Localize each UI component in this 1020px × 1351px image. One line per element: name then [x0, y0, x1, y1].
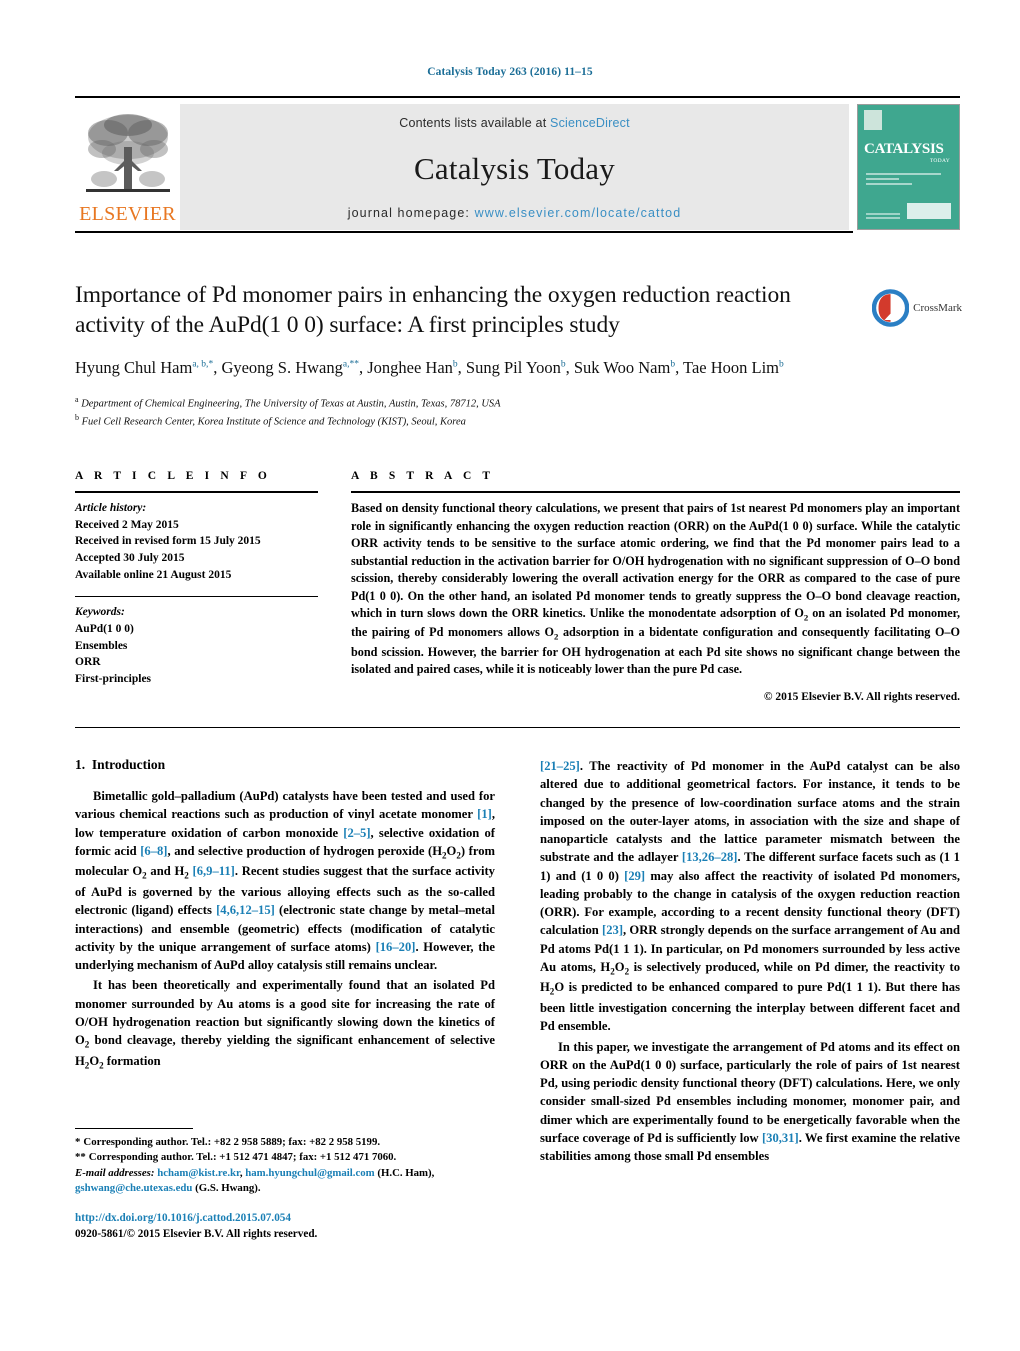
footnote-corresponding-2: ** Corresponding author. Tel.: +1 512 471… — [75, 1150, 495, 1165]
elsevier-logo: ELSEVIER — [75, 98, 180, 224]
keywords-rule — [75, 596, 318, 598]
email-addresses-label: E-mail addresses: — [75, 1166, 155, 1179]
history-item: Accepted 30 July 2015 — [75, 552, 185, 565]
abstract-column: A B S T R A C T Based on density functio… — [351, 470, 960, 703]
email-link-3[interactable]: gshwang@che.utexas.edu — [75, 1182, 192, 1194]
keyword-item: AuPd(1 0 0) — [75, 623, 134, 636]
crossmark-badge[interactable]: CrossMark — [872, 287, 962, 329]
footnote-emails: E-mail addresses: hcham@kist.re.kr, ham.… — [75, 1166, 435, 1194]
section-heading-introduction: 1. Introduction — [75, 757, 495, 773]
body-column-right: [21–25]. The reactivity of Pd monomer in… — [540, 757, 960, 1167]
footnote-text-2: Corresponding author. Tel.: +1 512 471 4… — [88, 1151, 397, 1164]
email-link-1[interactable]: hcham@kist.re.kr — [157, 1167, 240, 1179]
cover-bottom-lines — [866, 213, 900, 221]
body-column-left: 1. Introduction Bimetallic gold–palladiu… — [75, 757, 495, 1167]
journal-homepage-line: journal homepage: www.elsevier.com/locat… — [348, 206, 682, 220]
homepage-prefix: journal homepage: — [347, 206, 475, 220]
article-info-rule — [75, 491, 318, 493]
email-link-2[interactable]: ham.hyungchul@gmail.com — [245, 1167, 374, 1179]
footnote-marker-1: * — [75, 1136, 81, 1148]
footnote-marker-2: ** — [75, 1151, 86, 1164]
issn-copyright-line: 0920-5861/© 2015 Elsevier B.V. All right… — [75, 1227, 318, 1240]
doi-block: http://dx.doi.org/10.1016/j.cattod.2015.… — [75, 1210, 505, 1242]
contents-available-line: Contents lists available at ScienceDirec… — [399, 116, 630, 130]
journal-masthead: ELSEVIER Contents lists available at Sci… — [75, 96, 960, 230]
intro-paragraph-1: Bimetallic gold–palladium (AuPd) catalys… — [75, 789, 496, 973]
cover-title-text: CATALYSIS — [864, 141, 944, 157]
abstract-bottom-rule — [75, 727, 960, 728]
history-item: Available online 21 August 2015 — [75, 568, 232, 581]
elsevier-tree-icon — [85, 114, 170, 192]
sciencedirect-link[interactable]: ScienceDirect — [550, 116, 630, 130]
crossmark-label: CrossMark — [913, 302, 962, 314]
running-head: Catalysis Today 263 (2016) 11–15 — [427, 66, 593, 78]
masthead-bottom-rule — [75, 231, 853, 233]
info-abstract-region: A R T I C L E I N F O Article history: R… — [75, 470, 960, 703]
crossmark-icon — [872, 289, 910, 327]
contents-prefix: Contents lists available at — [399, 116, 551, 130]
homepage-url-link[interactable]: www.elsevier.com/locate/cattod — [475, 206, 682, 220]
elsevier-wordmark: ELSEVIER — [79, 203, 176, 225]
journal-cover-thumbnail: CATALYSIS TODAY — [857, 104, 960, 230]
masthead-center-panel: Contents lists available at ScienceDirec… — [180, 104, 849, 230]
abstract-copyright: © 2015 Elsevier B.V. All rights reserved… — [763, 690, 960, 703]
footnote-corresponding-1: * Corresponding author. Tel.: +82 2 958 5… — [75, 1135, 495, 1150]
footnote-text-1: Corresponding author. Tel.: +82 2 958 58… — [83, 1136, 381, 1148]
affiliation-a: a Department of Chemical Engineering, Th… — [75, 394, 501, 410]
intro-paragraph-2: It has been theoretically and experiment… — [75, 978, 495, 1071]
section-title-text: Introduction — [91, 757, 166, 772]
abstract-rule — [351, 491, 960, 493]
affiliation-a-text: Department of Chemical Engineering, The … — [81, 398, 501, 410]
history-item: Received in revised form 15 July 2015 — [75, 535, 261, 548]
footnote-rule — [75, 1128, 193, 1129]
intro-paragraph-4: In this paper, we investigate the arrang… — [540, 1039, 960, 1164]
keywords-label: Keywords: — [75, 606, 125, 619]
email-owner-1: (H.C. Ham) — [377, 1166, 432, 1179]
keyword-item: First-principles — [75, 673, 152, 686]
section-number: 1. — [75, 757, 86, 772]
article-history-label: Article history: — [75, 502, 147, 514]
affiliation-b-text: Fuel Cell Research Center, Korea Institu… — [81, 416, 466, 428]
footnotes-block: * Corresponding author. Tel.: +82 2 958 5… — [75, 1128, 495, 1196]
article-info-column: A R T I C L E I N F O Article history: R… — [75, 470, 318, 703]
affiliation-b: b Fuel Cell Research Center, Korea Insti… — [75, 412, 466, 428]
abstract-heading: A B S T R A C T — [351, 470, 495, 482]
paper-page: Catalysis Today 263 (2016) 11–15 ELSEVIE… — [0, 0, 1020, 1351]
title-block: Importance of Pd monomer pairs in enhanc… — [75, 280, 855, 430]
keyword-item: ORR — [75, 656, 101, 669]
cover-sciencedirect-badge — [907, 203, 951, 219]
email-owner-2: (G.S. Hwang). — [195, 1181, 261, 1194]
author-list: Hyung Chul Hama, b,*, Gyeong S. Hwanga,*… — [75, 358, 784, 378]
cover-placeholder-lines — [866, 173, 949, 188]
article-info-heading: A R T I C L E I N F O — [75, 470, 271, 482]
page-title: Importance of Pd monomer pairs in enhanc… — [75, 282, 791, 339]
abstract-body: Based on density functional theory calcu… — [351, 501, 960, 677]
history-item: Received 2 May 2015 — [75, 518, 179, 531]
cover-elsevier-mark-icon — [864, 110, 882, 130]
journal-title: Catalysis Today — [414, 150, 615, 186]
doi-link[interactable]: http://dx.doi.org/10.1016/j.cattod.2015.… — [75, 1210, 505, 1227]
intro-paragraph-3: [21–25]. The reactivity of Pd monomer in… — [540, 759, 960, 1034]
affiliations-block: a Department of Chemical Engineering, Th… — [75, 394, 855, 431]
keyword-item: Ensembles — [75, 639, 128, 652]
body-columns: 1. Introduction Bimetallic gold–palladiu… — [75, 757, 960, 1167]
cover-subtitle-text: TODAY — [929, 158, 950, 164]
